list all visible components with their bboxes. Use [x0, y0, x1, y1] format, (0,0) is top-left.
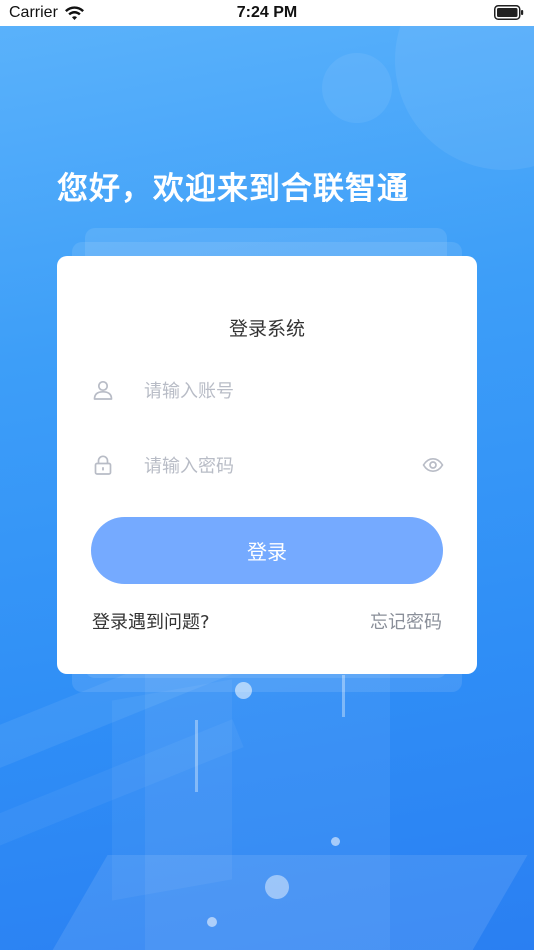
account-input[interactable]: [144, 371, 404, 411]
decorative-dot: [235, 682, 252, 699]
password-input[interactable]: [144, 446, 404, 486]
login-screen: Carrier 7:24 PM 您好，欢迎来到合联智通 登录系统 请输入账号 登…: [0, 0, 534, 950]
welcome-heading: 您好，欢迎来到合联智通: [57, 171, 409, 207]
decorative-platform: [32, 855, 528, 950]
decorative-dot: [207, 917, 217, 927]
login-help-link[interactable]: 登录遇到问题?: [92, 608, 210, 634]
decorative-line: [342, 675, 345, 717]
account-field: [92, 371, 444, 411]
decorative-dot: [331, 837, 340, 846]
login-card: 登录系统 登录 登录遇到问题? 忘记密码: [57, 256, 477, 674]
eye-icon[interactable]: [422, 454, 444, 476]
decorative-dot: [265, 875, 289, 899]
decorative-line: [195, 720, 198, 792]
login-button[interactable]: 登录: [91, 517, 443, 584]
lock-icon: [94, 455, 112, 475]
forgot-password-link[interactable]: 忘记密码: [370, 608, 442, 634]
user-icon: [93, 380, 113, 400]
login-card-title: 登录系统: [228, 318, 305, 340]
password-field: [92, 446, 444, 486]
decorative-circle: [395, 0, 534, 170]
decorative-circle: [322, 53, 392, 123]
